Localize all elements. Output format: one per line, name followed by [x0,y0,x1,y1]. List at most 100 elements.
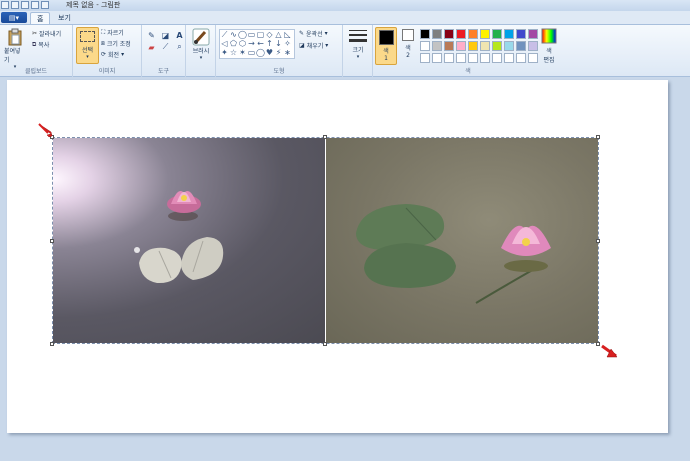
shape-option-0-icon[interactable]: ⟋ [220,30,229,39]
shape-option-6-icon[interactable]: △ [274,30,283,39]
eraser-icon[interactable]: ▰ [146,42,157,52]
shape-option-20-icon[interactable]: ◯ [256,48,265,57]
color-swatch-r1-c4[interactable] [456,29,466,39]
shape-option-10-icon[interactable]: ⬡ [238,39,247,48]
shape-option-7-icon[interactable]: ◺ [283,30,292,39]
outline-label: 윤곽선 [306,31,323,38]
drawing-canvas[interactable] [7,80,668,433]
shape-option-4-icon[interactable]: ▢ [256,30,265,39]
rotate-button[interactable]: ⟳ 회전 ▾ [101,50,124,59]
selection-handle-top[interactable] [323,135,327,139]
color-swatch-r2-c8[interactable] [504,41,514,51]
outline-dropdown-icon: ▾ [324,30,328,37]
shape-option-19-icon[interactable]: ▭ [247,48,256,57]
color1-button[interactable]: 색 1 [375,27,397,65]
rotate-icon: ⟳ [101,51,107,58]
undo-icon[interactable] [21,1,29,9]
color-swatch-r3-c8[interactable] [504,53,514,63]
shape-option-3-icon[interactable]: ▭ [247,30,256,39]
customize-qat-icon[interactable] [41,1,49,9]
color-picker-icon[interactable]: ⟋ [160,42,171,52]
size-button[interactable]: 크기 ▾ [347,29,369,60]
canvas-area[interactable] [0,77,690,461]
color-swatch-r1-c6[interactable] [480,29,490,39]
cut-button[interactable]: ✂ 잘라내기 [32,29,61,38]
color-swatch-r3-c5[interactable] [468,53,478,63]
color-swatch-r1-c8[interactable] [504,29,514,39]
tab-view[interactable]: 보기 [52,12,77,24]
shape-option-16-icon[interactable]: ✦ [220,48,229,57]
shape-option-23-icon[interactable]: ∗ [283,48,292,57]
color-swatch-r1-c2[interactable] [432,29,442,39]
selection-handle-top-right[interactable] [596,135,600,139]
tab-home[interactable]: 홈 [30,12,51,24]
app-icon[interactable] [1,1,9,9]
selection-handle-right[interactable] [596,239,600,243]
color-swatch-r1-c9[interactable] [516,29,526,39]
color-swatch-r2-c5[interactable] [468,41,478,51]
color-swatch-r2-c10[interactable] [528,41,538,51]
color-swatch-r3-c3[interactable] [444,53,454,63]
tools-group-label: 도구 [157,68,170,75]
crop-button[interactable]: ⛶ 자르기 [101,28,124,38]
shape-option-11-icon[interactable]: → [247,39,256,48]
brushes-button[interactable]: 브러시 ▾ [189,28,213,61]
pencil-icon[interactable]: ✎ [146,30,157,40]
text-icon[interactable]: A [174,30,185,40]
redo-icon[interactable] [31,1,39,9]
color-swatch-r2-c3[interactable] [444,41,454,51]
right-photo [326,138,598,343]
magnifier-icon[interactable]: ⌕ [174,42,185,52]
shape-option-13-icon[interactable]: ↑ [265,39,274,48]
resize-button[interactable]: ⧈ 크기 조정 [101,39,131,49]
color-swatch-r1-c7[interactable] [492,29,502,39]
select-button[interactable]: 선택 ▾ [76,27,99,64]
lotus-flower-right [501,225,551,272]
clipboard-group: 붙여넣기 ▾ ✂ 잘라내기 ⧉ 복사 클립보드 [0,25,73,77]
color-swatch-r2-c9[interactable] [516,41,526,51]
color-swatch-r1-c1[interactable] [420,29,430,39]
shapes-gallery[interactable]: ⟋ ∿ ◯ ▭ ▢ ◇ △ ◺ ◁ ⬠ ⬡ → ← ↑ ↓ ✧ ✦ ☆ ✶ ▭ ◯ ♥ ⚡ ∗ [219,29,295,59]
fill-icon[interactable]: ◪ [160,30,171,40]
shape-option-18-icon[interactable]: ✶ [238,48,247,57]
shape-option-14-icon[interactable]: ↓ [274,39,283,48]
color2-button[interactable]: 색 2 [399,29,417,59]
selection-handle-bottom[interactable] [323,342,327,346]
shape-option-1-icon[interactable]: ∿ [229,30,238,39]
color-swatch-r3-c1[interactable] [420,53,430,63]
shape-option-9-icon[interactable]: ⬠ [229,39,238,48]
color-swatch-r2-c2[interactable] [432,41,442,51]
shape-option-15-icon[interactable]: ✧ [283,39,292,48]
selection-handle-bottom-left[interactable] [50,342,54,346]
fill-button[interactable]: ◪ 채우기 ▾ [299,41,328,50]
color-swatch-r3-c6[interactable] [480,53,490,63]
shape-option-17-icon[interactable]: ☆ [229,48,238,57]
shape-option-22-icon[interactable]: ⚡ [274,48,283,57]
shape-option-21-icon[interactable]: ♥ [265,48,274,57]
color-swatch-r2-c7[interactable] [492,41,502,51]
shape-option-8-icon[interactable]: ◁ [220,39,229,48]
edit-colors-button[interactable]: 색 편집 [539,28,559,64]
color-swatch-r3-c7[interactable] [492,53,502,63]
paste-button[interactable]: 붙여넣기 ▾ [4,28,26,70]
edit-colors-icon [541,28,557,44]
color-swatch-r2-c4[interactable] [456,41,466,51]
color-swatch-r1-c3[interactable] [444,29,454,39]
copy-button[interactable]: ⧉ 복사 [32,40,49,50]
color-swatch-r1-c10[interactable] [528,29,538,39]
outline-button[interactable]: ✎ 윤곽선 ▾ [299,29,328,38]
shape-option-2-icon[interactable]: ◯ [238,30,247,39]
color-swatch-r3-c2[interactable] [432,53,442,63]
selection-handle-left[interactable] [50,239,54,243]
save-icon[interactable] [11,1,19,9]
color-swatch-r2-c1[interactable] [420,41,430,51]
color2-swatch [402,29,414,41]
color-swatch-r3-c10[interactable] [528,53,538,63]
color-swatch-r2-c6[interactable] [480,41,490,51]
shape-option-5-icon[interactable]: ◇ [265,30,274,39]
file-menu-button[interactable]: ▤▾ [1,12,27,23]
color-swatch-r1-c5[interactable] [468,29,478,39]
shape-option-12-icon[interactable]: ← [256,39,265,48]
color-swatch-r3-c4[interactable] [456,53,466,63]
color-swatch-r3-c9[interactable] [516,53,526,63]
